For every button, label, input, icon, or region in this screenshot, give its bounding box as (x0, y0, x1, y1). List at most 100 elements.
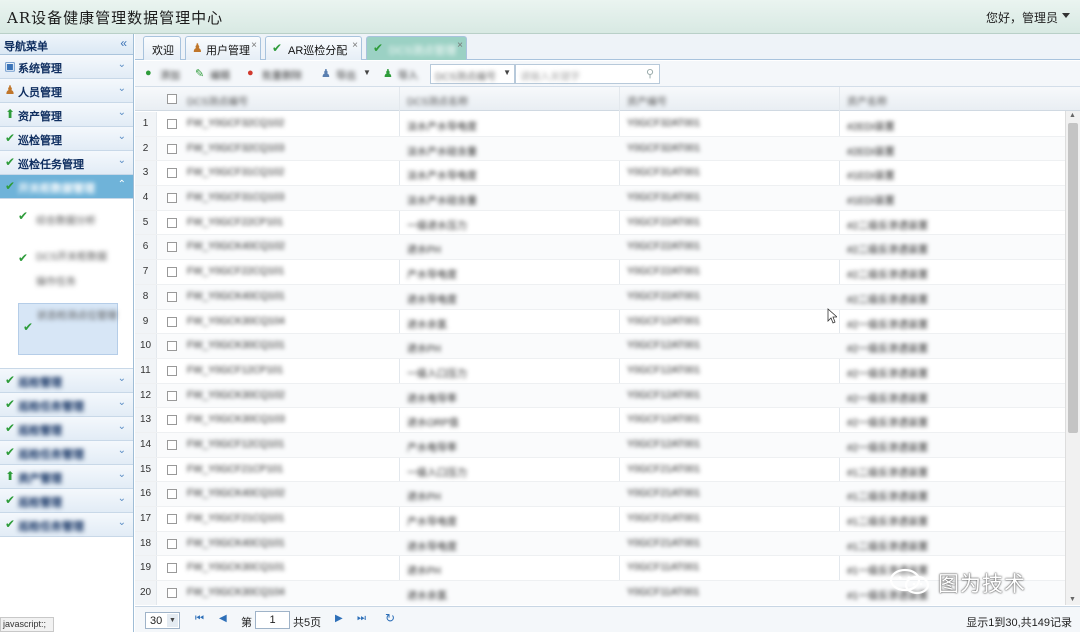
sidebar-item-lower-4[interactable]: ✔ 巡检任务管理 ⌄ (0, 441, 133, 465)
table-row[interactable]: 9 FW_Y0GCK30CQ104 进水余氯 Y0GCF12AT001 #2一级反渗透装… (135, 309, 1065, 335)
table-row[interactable]: 17 FW_Y0GCF21CQ101 产水导电度 Y0GCF21AT001 #1二级反渗… (135, 507, 1065, 532)
row-checkbox[interactable] (167, 291, 177, 302)
sidebar-item-system[interactable]: ▣ 系统管理 ⌄ (0, 55, 133, 79)
row-checkbox[interactable] (167, 439, 177, 450)
grid-header: DCS测点编号 DCS测点名称 资产编号 资产名称 (135, 87, 1080, 111)
cell-point-name: 淡水产水导电度 (407, 171, 477, 183)
row-number: 4 (135, 186, 157, 210)
tab-label: AR巡检分配 (288, 45, 348, 57)
row-checkbox[interactable] (167, 489, 177, 500)
tab-welcome[interactable]: 欢迎 (143, 36, 181, 60)
row-checkbox[interactable] (167, 143, 177, 154)
row-checkbox[interactable] (167, 341, 177, 352)
table-row[interactable]: 11 FW_Y0GCF12CP101 一级入口压力 Y0GCF12AT001 #2一级反… (135, 358, 1065, 384)
table-row[interactable]: 16 FW_Y0GCK40CQ102 进水PH Y0GCF21AT001 #1二级反渗透… (135, 482, 1065, 507)
sidebar-item-lower-1[interactable]: ✔ 巡检管理 ⌄ (0, 369, 133, 393)
sidebar-item-lower-3[interactable]: ✔ 巡检管理 ⌄ (0, 417, 133, 441)
sidebar-item-lower-5[interactable]: ⬆ 资产管理 ⌄ (0, 465, 133, 489)
row-number: 5 (135, 210, 157, 235)
refresh-icon[interactable]: ↻ (385, 611, 395, 625)
last-page-icon[interactable]: ⏭ (357, 613, 366, 624)
tab-dcs-points[interactable]: ✔ DCS测点管理 × (366, 36, 467, 60)
column-header[interactable]: DCS测点名称 (407, 93, 468, 108)
table-row[interactable]: 18 FW_Y0GCK40CQ101 进水导电度 Y0GCF21AT001 #1二级反渗… (135, 531, 1065, 557)
sidebar-item-inspection[interactable]: ✔ 巡检管理 ⌄ (0, 127, 133, 151)
sidebar-item-label: 资产管理 (18, 111, 62, 123)
select-all-checkbox[interactable] (167, 94, 177, 104)
row-checkbox[interactable] (167, 415, 177, 426)
sidebar-item-switchgear-data[interactable]: ✔ 开关柜数据管理 ⌃ (0, 175, 133, 199)
column-header[interactable]: 资产编号 (627, 93, 667, 108)
submenu-item-point-management[interactable]: ✔ 状态检测点位管理 (18, 303, 118, 355)
table-row[interactable]: 5 FW_Y0GCF22CP101 一级进水压力 Y0GCF22AT001 #2二级反渗… (135, 210, 1065, 236)
check-icon: ✔ (272, 41, 283, 55)
column-header[interactable]: 资产名称 (847, 93, 887, 108)
column-header[interactable]: DCS测点编号 (187, 93, 248, 108)
row-checkbox[interactable] (167, 514, 177, 524)
close-icon[interactable]: × (352, 40, 358, 51)
row-checkbox[interactable] (167, 390, 177, 401)
sidebar-item-lower-2[interactable]: ✔ 巡检任务管理 ⌄ (0, 393, 133, 417)
table-row[interactable]: 8 FW_Y0GCK40CQ101 进水导电度 Y0GCF22AT001 #2二级反渗透… (135, 284, 1065, 310)
table-row[interactable]: 1 FW_Y0GCF32CQ102 淡水产水导电度 Y0GCF32AT001 #2EDI… (135, 112, 1065, 137)
user-greeting-menu[interactable]: 您好，管理员 (986, 9, 1058, 26)
close-icon[interactable]: × (457, 40, 463, 51)
table-row[interactable]: 13 FW_Y0GCK30CQ103 进水ORP值 Y0GCF12AT001 #2一级反… (135, 408, 1065, 433)
row-checkbox[interactable] (167, 588, 177, 599)
search-input[interactable]: 请输入关键字 ⚲ (515, 64, 660, 84)
page-number-input[interactable]: 1 (255, 611, 290, 629)
add-button[interactable]: ● 添加 (145, 66, 187, 82)
check-icon: ✔ (23, 320, 34, 334)
row-checkbox[interactable] (167, 538, 177, 549)
sidebar-item-assets[interactable]: ⬆ 资产管理 ⌄ (0, 103, 133, 127)
tab-user-management[interactable]: ♟ 用户管理 × (185, 36, 261, 60)
collapse-left-icon[interactable]: « (120, 36, 127, 50)
cell-asset-name: #2一级反渗透装置 (847, 319, 929, 331)
caret-down-icon[interactable] (1062, 13, 1070, 18)
scroll-up-icon[interactable]: ▲ (1069, 112, 1076, 119)
row-checkbox[interactable] (167, 119, 177, 129)
submenu-item-analysis[interactable]: ✔ 综合数据分析 (18, 209, 118, 237)
table-row[interactable]: 3 FW_Y0GCF31CQ102 淡水产水导电度 Y0GCF31AT001 #1EDI… (135, 161, 1065, 187)
close-icon[interactable]: × (251, 40, 257, 51)
sidebar-item-lower-6[interactable]: ✔ 巡检管理 ⌄ (0, 489, 133, 513)
edit-button[interactable]: ✎ 编辑 (195, 66, 237, 82)
table-row[interactable]: 7 FW_Y0GCF22CQ101 产水导电度 Y0GCF22AT001 #2二级反渗透… (135, 260, 1065, 285)
vertical-scrollbar[interactable]: ▲ ▼ (1065, 111, 1080, 605)
prev-page-icon[interactable]: ◀ (219, 613, 227, 624)
table-row[interactable]: 15 FW_Y0GCF21CP101 一级入口压力 Y0GCF21AT001 #1二级反… (135, 457, 1065, 483)
submenu-item-dcs-tasks[interactable]: ✔ DCS开关柜数据操作任务 (18, 245, 118, 297)
table-row[interactable]: 4 FW_Y0GCF31CQ103 淡水产水硅含量 Y0GCF31AT001 #1EDI… (135, 186, 1065, 211)
cell-point-name: 进水ORP值 (407, 418, 459, 430)
table-row[interactable]: 10 FW_Y0GCK30CQ101 进水PH Y0GCF12AT001 #2一级反渗透… (135, 334, 1065, 359)
first-page-icon[interactable]: ⏮ (195, 613, 204, 624)
row-checkbox[interactable] (167, 316, 177, 327)
sidebar-item-label: 巡检任务管理 (18, 401, 84, 413)
row-checkbox[interactable] (167, 365, 177, 376)
table-row[interactable]: 14 FW_Y0GCF12CQ101 产水电导率 Y0GCF12AT001 #2一级反渗… (135, 432, 1065, 458)
next-page-icon[interactable]: ▶ (335, 613, 343, 624)
search-icon[interactable]: ⚲ (646, 67, 654, 80)
tab-ar-assignment[interactable]: ✔ AR巡检分配 × (265, 36, 362, 60)
sidebar-item-lower-7[interactable]: ✔ 巡检任务管理 ⌄ (0, 513, 133, 537)
table-row[interactable]: 2 FW_Y0GCF32CQ103 淡水产水硅含量 Y0GCF32AT001 #2EDI… (135, 136, 1065, 162)
import-button[interactable]: ♟ 导入 (383, 66, 423, 82)
scroll-down-icon[interactable]: ▼ (1069, 596, 1076, 603)
export-button[interactable]: ♟ 导出 ▼ (321, 66, 371, 82)
batch-delete-button[interactable]: ● 批量删除 (247, 66, 311, 82)
search-field-select[interactable]: DCS测点编号 ▼ (430, 64, 515, 84)
row-checkbox[interactable] (167, 267, 177, 278)
scroll-thumb[interactable] (1068, 123, 1078, 433)
sidebar-item-personnel[interactable]: ♟ 人员管理 ⌄ (0, 79, 133, 103)
page-size-select[interactable]: 30 ▼ (145, 612, 180, 629)
row-checkbox[interactable] (167, 168, 177, 179)
cell-point-name: 进水PH (407, 245, 441, 257)
sidebar-item-inspection-tasks[interactable]: ✔ 巡检任务管理 ⌄ (0, 151, 133, 175)
table-row[interactable]: 6 FW_Y0GCK40CQ102 进水PH Y0GCF22AT001 #2二级反渗透装… (135, 235, 1065, 261)
row-checkbox[interactable] (167, 217, 177, 228)
row-checkbox[interactable] (167, 464, 177, 475)
row-checkbox[interactable] (167, 193, 177, 204)
row-checkbox[interactable] (167, 563, 177, 574)
row-checkbox[interactable] (167, 242, 177, 253)
table-row[interactable]: 12 FW_Y0GCK30CQ102 进水电导率 Y0GCF12AT001 #2一级反渗… (135, 383, 1065, 409)
